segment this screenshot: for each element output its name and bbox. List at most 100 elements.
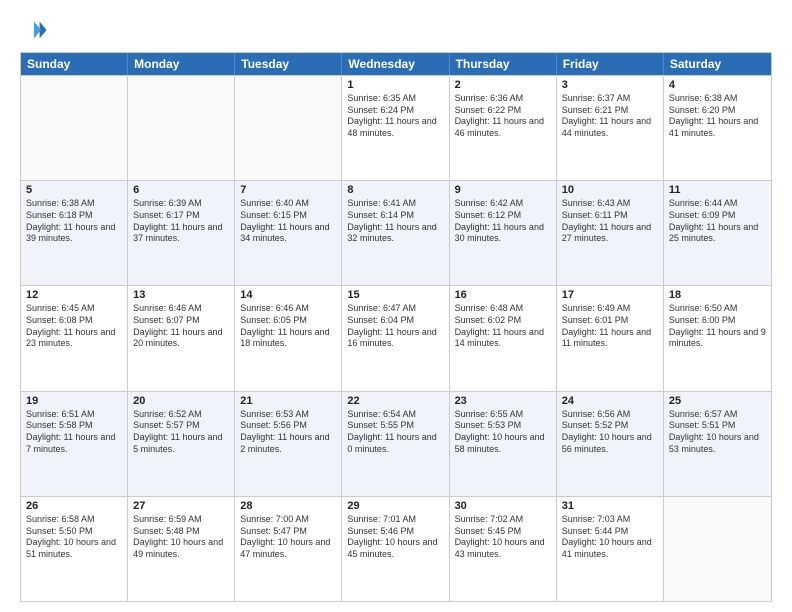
day-cell-18: 18 Sunrise: 6:50 AM Sunset: 6:00 PM Dayli… [664, 286, 771, 390]
cell-details: Sunrise: 6:35 AM Sunset: 6:24 PM Dayligh… [347, 93, 443, 140]
day-number: 15 [347, 289, 443, 301]
header-day-tuesday: Tuesday [235, 53, 342, 75]
day-cell-29: 29Sunrise: 7:01 AM Sunset: 5:46 PM Dayli… [342, 497, 449, 601]
calendar-row-2: 12Sunrise: 6:45 AM Sunset: 6:08 PM Dayli… [21, 285, 771, 390]
day-number: 8 [347, 184, 443, 196]
cell-details: Sunrise: 6:38 AM Sunset: 6:18 PM Dayligh… [26, 198, 122, 245]
cell-details: Sunrise: 6:41 AM Sunset: 6:14 PM Dayligh… [347, 198, 443, 245]
cell-details: Sunrise: 6:43 AM Sunset: 6:11 PM Dayligh… [562, 198, 658, 245]
day-number: 18 [669, 289, 766, 301]
day-cell-17: 17 Sunrise: 6:49 AM Sunset: 6:01 PM Dayli… [557, 286, 664, 390]
cell-details: Sunrise: 6:58 AM Sunset: 5:50 PM Dayligh… [26, 514, 122, 561]
day-cell-21: 21 Sunrise: 6:53 AM Sunset: 5:56 PM Dayli… [235, 392, 342, 496]
calendar-row-3: 19 Sunrise: 6:51 AM Sunset: 5:58 PM Dayli… [21, 391, 771, 496]
day-cell-7: 7 Sunrise: 6:40 AM Sunset: 6:15 PM Daylig… [235, 181, 342, 285]
day-cell-12: 12Sunrise: 6:45 AM Sunset: 6:08 PM Dayli… [21, 286, 128, 390]
cell-details: Sunrise: 6:59 AM Sunset: 5:48 PM Dayligh… [133, 514, 229, 561]
day-cell-25: 25 Sunrise: 6:57 AM Sunset: 5:51 PM Dayli… [664, 392, 771, 496]
cell-details: Sunrise: 6:42 AM Sunset: 6:12 PM Dayligh… [455, 198, 551, 245]
cell-details: Sunrise: 7:00 AM Sunset: 5:47 PM Dayligh… [240, 514, 336, 561]
header [20, 16, 772, 44]
day-cell-8: 8 Sunrise: 6:41 AM Sunset: 6:14 PM Daylig… [342, 181, 449, 285]
cell-details: Sunrise: 6:51 AM Sunset: 5:58 PM Dayligh… [26, 409, 122, 456]
day-number: 30 [455, 500, 551, 512]
cell-details: Sunrise: 6:39 AM Sunset: 6:17 PM Dayligh… [133, 198, 229, 245]
cell-details: Sunrise: 6:37 AM Sunset: 6:21 PM Dayligh… [562, 93, 658, 140]
day-number: 25 [669, 395, 766, 407]
day-number: 17 [562, 289, 658, 301]
day-cell-24: 24Sunrise: 6:56 AM Sunset: 5:52 PM Dayli… [557, 392, 664, 496]
cell-details: Sunrise: 6:53 AM Sunset: 5:56 PM Dayligh… [240, 409, 336, 456]
cell-details: Sunrise: 6:38 AM Sunset: 6:20 PM Dayligh… [669, 93, 766, 140]
day-cell-1: 1 Sunrise: 6:35 AM Sunset: 6:24 PM Daylig… [342, 76, 449, 180]
calendar-header: SundayMondayTuesdayWednesdayThursdayFrid… [21, 53, 771, 75]
cell-details: Sunrise: 7:02 AM Sunset: 5:45 PM Dayligh… [455, 514, 551, 561]
cell-details: Sunrise: 6:36 AM Sunset: 6:22 PM Dayligh… [455, 93, 551, 140]
cell-details: Sunrise: 6:54 AM Sunset: 5:55 PM Dayligh… [347, 409, 443, 456]
cell-details: Sunrise: 6:48 AM Sunset: 6:02 PM Dayligh… [455, 303, 551, 350]
day-number: 21 [240, 395, 336, 407]
day-cell-13: 13 Sunrise: 6:46 AM Sunset: 6:07 PM Dayli… [128, 286, 235, 390]
day-number: 29 [347, 500, 443, 512]
day-number: 6 [133, 184, 229, 196]
calendar-row-1: 5 Sunrise: 6:38 AM Sunset: 6:18 PM Daylig… [21, 180, 771, 285]
day-cell-27: 27 Sunrise: 6:59 AM Sunset: 5:48 PM Dayli… [128, 497, 235, 601]
day-cell-28: 28Sunrise: 7:00 AM Sunset: 5:47 PM Dayli… [235, 497, 342, 601]
day-cell-31: 31 Sunrise: 7:03 AM Sunset: 5:44 PM Dayli… [557, 497, 664, 601]
page: SundayMondayTuesdayWednesdayThursdayFrid… [0, 0, 792, 612]
day-number: 19 [26, 395, 122, 407]
day-number: 7 [240, 184, 336, 196]
cell-details: Sunrise: 6:52 AM Sunset: 5:57 PM Dayligh… [133, 409, 229, 456]
day-cell-19: 19 Sunrise: 6:51 AM Sunset: 5:58 PM Dayli… [21, 392, 128, 496]
day-cell-15: 15 Sunrise: 6:47 AM Sunset: 6:04 PM Dayli… [342, 286, 449, 390]
day-number: 2 [455, 79, 551, 91]
cell-details: Sunrise: 6:55 AM Sunset: 5:53 PM Dayligh… [455, 409, 551, 456]
day-cell-20: 20 Sunrise: 6:52 AM Sunset: 5:57 PM Dayli… [128, 392, 235, 496]
header-day-sunday: Sunday [21, 53, 128, 75]
cell-details: Sunrise: 6:44 AM Sunset: 6:09 PM Dayligh… [669, 198, 766, 245]
logo-icon [20, 16, 48, 44]
day-cell-3: 3 Sunrise: 6:37 AM Sunset: 6:21 PM Daylig… [557, 76, 664, 180]
header-day-thursday: Thursday [450, 53, 557, 75]
day-cell-23: 23Sunrise: 6:55 AM Sunset: 5:53 PM Dayli… [450, 392, 557, 496]
day-number: 5 [26, 184, 122, 196]
day-number: 9 [455, 184, 551, 196]
cell-details: Sunrise: 6:40 AM Sunset: 6:15 PM Dayligh… [240, 198, 336, 245]
day-cell-9: 9 Sunrise: 6:42 AM Sunset: 6:12 PM Daylig… [450, 181, 557, 285]
calendar-body: 1 Sunrise: 6:35 AM Sunset: 6:24 PM Daylig… [21, 75, 771, 601]
day-number: 4 [669, 79, 766, 91]
day-cell-22: 22 Sunrise: 6:54 AM Sunset: 5:55 PM Dayli… [342, 392, 449, 496]
calendar-row-4: 26Sunrise: 6:58 AM Sunset: 5:50 PM Dayli… [21, 496, 771, 601]
day-number: 11 [669, 184, 766, 196]
cell-details: Sunrise: 6:50 AM Sunset: 6:00 PM Dayligh… [669, 303, 766, 350]
cell-details: Sunrise: 6:57 AM Sunset: 5:51 PM Dayligh… [669, 409, 766, 456]
calendar: SundayMondayTuesdayWednesdayThursdayFrid… [20, 52, 772, 602]
day-number: 3 [562, 79, 658, 91]
day-cell-6: 6 Sunrise: 6:39 AM Sunset: 6:17 PM Daylig… [128, 181, 235, 285]
cell-details: Sunrise: 6:46 AM Sunset: 6:05 PM Dayligh… [240, 303, 336, 350]
day-number: 1 [347, 79, 443, 91]
empty-cell [128, 76, 235, 180]
day-cell-5: 5 Sunrise: 6:38 AM Sunset: 6:18 PM Daylig… [21, 181, 128, 285]
day-number: 14 [240, 289, 336, 301]
day-cell-30: 30 Sunrise: 7:02 AM Sunset: 5:45 PM Dayli… [450, 497, 557, 601]
day-cell-4: 4 Sunrise: 6:38 AM Sunset: 6:20 PM Daylig… [664, 76, 771, 180]
day-number: 13 [133, 289, 229, 301]
day-number: 22 [347, 395, 443, 407]
cell-details: Sunrise: 6:46 AM Sunset: 6:07 PM Dayligh… [133, 303, 229, 350]
cell-details: Sunrise: 6:56 AM Sunset: 5:52 PM Dayligh… [562, 409, 658, 456]
header-day-monday: Monday [128, 53, 235, 75]
day-number: 27 [133, 500, 229, 512]
cell-details: Sunrise: 6:49 AM Sunset: 6:01 PM Dayligh… [562, 303, 658, 350]
day-number: 20 [133, 395, 229, 407]
day-number: 12 [26, 289, 122, 301]
logo [20, 16, 52, 44]
calendar-row-0: 1 Sunrise: 6:35 AM Sunset: 6:24 PM Daylig… [21, 75, 771, 180]
day-cell-10: 10Sunrise: 6:43 AM Sunset: 6:11 PM Dayli… [557, 181, 664, 285]
day-number: 31 [562, 500, 658, 512]
cell-details: Sunrise: 7:03 AM Sunset: 5:44 PM Dayligh… [562, 514, 658, 561]
day-cell-16: 16Sunrise: 6:48 AM Sunset: 6:02 PM Dayli… [450, 286, 557, 390]
header-day-saturday: Saturday [664, 53, 771, 75]
cell-details: Sunrise: 6:47 AM Sunset: 6:04 PM Dayligh… [347, 303, 443, 350]
empty-cell [21, 76, 128, 180]
